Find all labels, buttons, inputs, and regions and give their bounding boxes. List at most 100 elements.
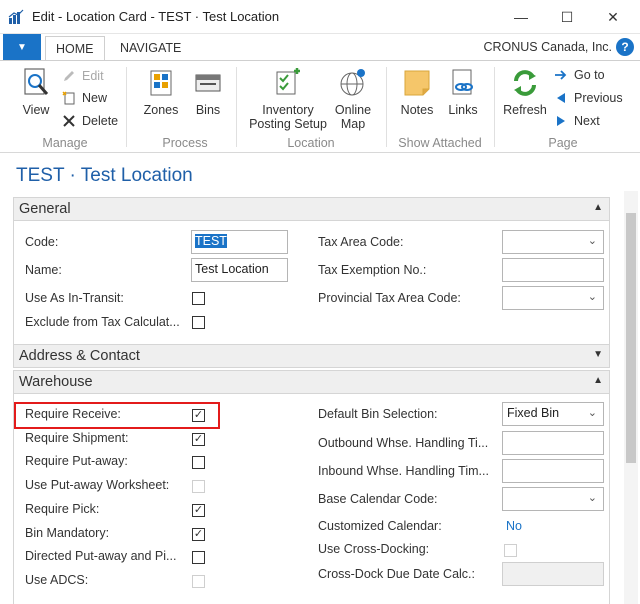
default-bin-value: Fixed Bin [507,406,560,420]
group-separator [236,67,237,147]
posting-setup-icon [276,68,300,95]
go-to-label: Go to [574,68,605,82]
warehouse-checkbox[interactable] [192,551,205,564]
tax-exemption-field[interactable] [502,258,604,282]
provincial-tax-dropdown[interactable]: ⌄ [502,286,604,310]
refresh-label: Refresh [503,103,547,117]
fasttab-general-title: General [19,201,71,217]
minimize-button[interactable]: — [498,0,544,34]
name-label: Name: [25,263,62,277]
view-button[interactable]: View [18,67,54,117]
app-menu-button[interactable]: ▼ [3,34,41,60]
delete-button[interactable]: Delete [62,112,118,130]
maximize-button[interactable]: ☐ [544,0,590,34]
group-separator [126,67,127,147]
warehouse-checkbox[interactable] [192,575,205,588]
exclude-tax-label: Exclude from Tax Calculat... [25,315,180,329]
outbound-handling-field[interactable] [502,431,604,455]
warehouse-checkbox[interactable]: ✓ [192,433,205,446]
fasttab-address-header[interactable]: Address & Contact ▼ [13,344,610,368]
bins-button[interactable]: Bins [192,67,224,117]
chevron-down-icon: ⌄ [587,235,597,247]
warehouse-checkbox[interactable]: ✓ [192,528,205,541]
vertical-scrollbar[interactable] [624,191,638,604]
company-name[interactable]: CRONUS Canada, Inc. [483,40,612,54]
cross-docking-label: Use Cross-Docking: [318,542,430,556]
group-label-process: Process [162,136,208,150]
next-button[interactable]: Next [554,112,600,130]
name-field[interactable]: Test Location [191,258,288,282]
warehouse-field-label: Require Pick: [25,502,100,516]
help-icon[interactable]: ? [616,38,634,56]
fasttab-general-body: Code: TEST Name: Test Location Use As In… [13,221,610,345]
new-button[interactable]: New [62,89,107,107]
warehouse-field-label: Use ADCS: [25,573,89,587]
group-label-show-attached: Show Attached [398,136,482,150]
in-transit-label: Use As In-Transit: [25,291,124,305]
warehouse-field-label: Use Put-away Worksheet: [25,478,170,492]
app-icon [8,9,24,25]
warehouse-checkbox[interactable] [192,456,205,469]
edit-button[interactable]: Edit [62,67,104,85]
triangle-right-icon [557,116,565,126]
warehouse-field-label: Require Put-away: [25,454,128,468]
scrollbar-thumb[interactable] [626,213,636,463]
tax-area-dropdown[interactable]: ⌄ [502,230,604,254]
chevron-down-icon: ⌄ [587,407,597,419]
refresh-icon [514,70,536,96]
window-titlebar: Edit - Location Card - TEST · Test Locat… [0,0,640,34]
refresh-button[interactable]: Refresh [503,67,547,117]
previous-button[interactable]: Previous [554,89,623,107]
chevron-up-icon[interactable]: ▲ [593,202,603,213]
code-field[interactable]: TEST [191,230,288,254]
go-to-button[interactable]: Go to [554,66,605,84]
chevron-down-icon[interactable]: ▼ [593,349,603,360]
delete-label: Delete [82,114,119,128]
fasttab-address-title: Address & Contact [19,348,140,364]
cross-docking-checkbox[interactable] [504,544,517,557]
new-label: New [82,91,108,105]
delete-x-icon [63,115,75,127]
zones-button[interactable]: Zones [142,67,180,117]
previous-label: Previous [574,91,623,105]
close-button[interactable]: ✕ [590,0,636,34]
tab-home[interactable]: HOME [45,36,105,60]
links-button[interactable]: Links [446,67,480,117]
provincial-tax-label: Provincial Tax Area Code: [318,291,461,305]
chevron-down-icon: ⌄ [587,492,597,504]
globe-map-icon [340,69,365,96]
warehouse-field-label: Bin Mandatory: [25,526,110,540]
code-value: TEST [195,234,227,248]
zones-label: Zones [143,103,179,117]
new-document-icon [62,91,75,105]
notes-icon [404,70,430,96]
chevron-down-icon: ⌄ [587,291,597,303]
group-separator [494,67,495,147]
base-calendar-dropdown[interactable]: ⌄ [502,487,604,511]
warehouse-checkbox[interactable] [192,480,205,493]
fasttab-warehouse-header[interactable]: Warehouse ▲ [13,370,610,394]
online-map-button[interactable]: Online Map [333,67,373,131]
links-icon [452,69,473,95]
view-label: View [22,103,50,117]
ribbon: View Edit New Delete Manage Zones Bins P… [0,60,640,153]
warehouse-checkbox[interactable]: ✓ [192,504,205,517]
bins-label: Bins [195,103,221,117]
exclude-tax-checkbox[interactable] [192,316,205,329]
in-transit-checkbox[interactable] [192,292,205,305]
bins-icon [195,74,221,92]
fasttab-general-header[interactable]: General ▲ [13,197,610,221]
view-icon [24,68,49,95]
default-bin-dropdown[interactable]: Fixed Bin ⌄ [502,402,604,426]
inbound-handling-field[interactable] [502,459,604,483]
outbound-handling-label: Outbound Whse. Handling Ti... [318,436,489,450]
chevron-up-icon[interactable]: ▲ [593,375,603,386]
ribbon-tabbar: ▼ HOME NAVIGATE CRONUS Canada, Inc. ? [0,34,640,60]
code-label: Code: [25,235,59,249]
cross-dock-due-field[interactable] [502,562,604,586]
customized-calendar-link[interactable]: No [506,519,522,533]
inventory-posting-setup-button[interactable]: Inventory Posting Setup [247,67,329,131]
edit-label: Edit [82,69,104,83]
notes-button[interactable]: Notes [398,67,436,117]
tab-navigate[interactable]: NAVIGATE [110,36,191,60]
